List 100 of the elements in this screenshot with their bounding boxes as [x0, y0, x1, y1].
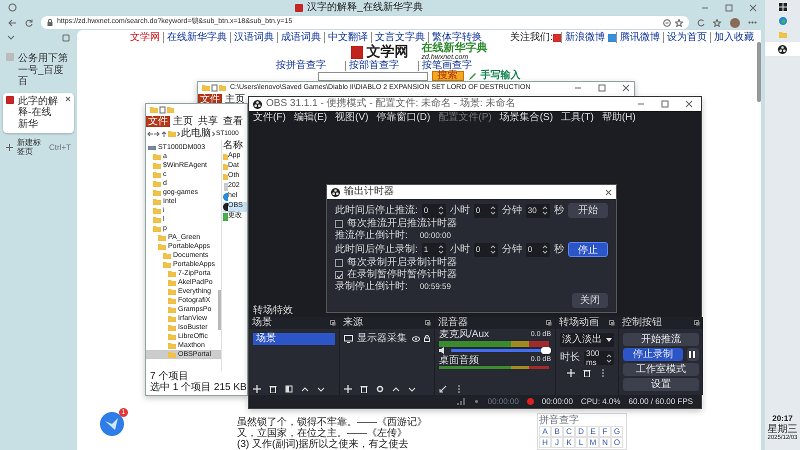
follow-link[interactable]: 腾讯微博 — [616, 32, 663, 44]
top-link[interactable]: 在线新华字典 — [163, 32, 230, 44]
browser-tab[interactable]: 公务用下第一号_百度百 — [3, 50, 74, 90]
pause-button[interactable] — [687, 348, 699, 361]
maximize-icon[interactable] — [598, 84, 606, 92]
ribbon-tab[interactable]: 共享 — [196, 116, 220, 127]
ribbon-tab[interactable]: 主页 — [171, 116, 195, 127]
up-icon[interactable] — [161, 130, 167, 136]
menu-item[interactable]: 帮助(H) — [602, 112, 636, 124]
collapse-chevron-icon[interactable] — [7, 35, 15, 41]
follow-link[interactable]: 加入收藏 — [710, 32, 757, 44]
pinyin-letter[interactable]: G — [611, 426, 623, 437]
breadcrumb-item[interactable]: 此电脑 — [181, 128, 211, 140]
float-icon[interactable] — [425, 320, 431, 326]
menu-item[interactable]: 场景集合(S) — [500, 112, 554, 124]
volume-slider[interactable] — [451, 349, 551, 352]
follow-link[interactable]: 设为首页 — [663, 32, 710, 44]
pinyin-letter[interactable]: O — [611, 437, 623, 448]
start-button[interactable]: 开始 — [568, 203, 608, 218]
pinyin-letter[interactable]: L — [575, 437, 587, 448]
top-link[interactable]: 成语词典 — [277, 32, 324, 44]
column-header[interactable]: 名称 — [223, 140, 247, 152]
spinner-arrows-icon[interactable] — [490, 245, 496, 254]
tab-actions-icon[interactable] — [62, 34, 70, 42]
number-field[interactable]: 30 — [526, 204, 550, 218]
lookup-link[interactable]: 按拼音查字 — [273, 61, 329, 71]
ribbon-tab[interactable]: 查看 — [221, 116, 245, 127]
filter-icon[interactable] — [285, 384, 293, 392]
workspace-icon[interactable] — [8, 3, 17, 12]
pinyin-letter[interactable]: F — [599, 426, 611, 437]
favorites-icon[interactable] — [713, 18, 722, 26]
maximize-icon[interactable] — [725, 4, 733, 12]
search-button[interactable]: 搜索 — [432, 71, 464, 81]
close-icon[interactable] — [65, 96, 71, 102]
menu-item[interactable]: 工具(T) — [561, 112, 594, 124]
close-icon[interactable] — [685, 100, 693, 108]
ribbon-tab[interactable]: 主页 — [223, 94, 247, 105]
obs-logo-icon[interactable] — [778, 44, 787, 54]
browser-tab[interactable]: 此字的解释-在线新华 — [3, 92, 74, 133]
float-icon[interactable] — [694, 320, 700, 326]
gear-icon[interactable] — [376, 384, 384, 392]
back-icon[interactable] — [8, 18, 17, 26]
pinyin-letter[interactable]: D — [575, 426, 587, 437]
number-field[interactable]: 1 — [422, 242, 446, 256]
add-icon[interactable] — [567, 369, 575, 377]
handwriting-link[interactable]: 手写输入 — [480, 71, 520, 81]
checkbox[interactable] — [335, 271, 343, 279]
checkbox[interactable] — [335, 220, 343, 228]
top-link[interactable]: 汉语词典 — [230, 32, 277, 44]
more-icon[interactable] — [748, 21, 757, 24]
add-icon[interactable] — [253, 384, 261, 392]
spinner-arrows-icon[interactable] — [606, 354, 612, 362]
trash-icon[interactable] — [269, 384, 277, 392]
trash-icon[interactable] — [360, 384, 368, 392]
float-icon[interactable] — [330, 320, 336, 326]
top-link[interactable]: 文言文字典 — [371, 32, 428, 44]
pinyin-letter[interactable]: M — [587, 437, 599, 448]
maximize-icon[interactable] — [661, 100, 669, 108]
close-icon[interactable] — [622, 84, 630, 92]
top-link[interactable]: 文学网 — [127, 32, 163, 44]
spinner-arrows-icon[interactable] — [490, 206, 496, 215]
scrollbar[interactable] — [757, 42, 761, 102]
number-field[interactable]: 0 — [526, 242, 550, 256]
number-field[interactable]: 0 — [474, 204, 498, 218]
close-icon[interactable] — [749, 4, 757, 12]
ribbon-tab[interactable]: 文件 — [146, 116, 170, 127]
pinyin-letter[interactable]: B — [551, 426, 563, 437]
spinner-arrows-icon[interactable] — [438, 245, 444, 254]
checkbox[interactable] — [335, 259, 343, 267]
slider-thumb[interactable] — [541, 347, 551, 354]
transition-select[interactable]: 淡入淡出 — [560, 333, 614, 347]
control-button[interactable]: 工作室模式 — [623, 363, 699, 376]
control-button[interactable]: 开始推流 — [623, 333, 699, 346]
menu-item[interactable]: 编辑(E) — [294, 112, 328, 124]
stop-button[interactable]: 停止 — [568, 242, 608, 257]
search-field[interactable] — [318, 72, 428, 80]
lookup-link[interactable]: 按部首查字 — [345, 61, 402, 71]
top-link[interactable]: 中文翻译 — [324, 32, 371, 44]
pinyin-letter[interactable]: C — [563, 426, 575, 437]
spinner-arrows-icon[interactable] — [542, 245, 548, 254]
avatar-icon[interactable] — [730, 18, 740, 28]
close-icon[interactable] — [605, 188, 612, 196]
pinyin-letter[interactable]: E — [587, 426, 599, 437]
pinyin-letter[interactable]: J — [551, 437, 563, 448]
zoom-out-icon[interactable] — [663, 18, 671, 26]
source-item[interactable]: 显示器采集 — [357, 333, 408, 344]
control-button[interactable]: 设置 — [623, 378, 699, 391]
close-button[interactable]: 关闭 — [572, 293, 608, 308]
floating-app-button[interactable] — [100, 412, 124, 436]
scene-item[interactable]: 场景 — [253, 333, 335, 344]
browser-icon[interactable] — [778, 17, 786, 25]
duration-field[interactable]: 300 ms — [584, 351, 614, 365]
float-icon[interactable] — [546, 320, 552, 326]
trash-icon[interactable] — [583, 369, 591, 377]
reload-icon[interactable] — [25, 18, 33, 26]
eye-icon[interactable] — [412, 336, 420, 342]
control-button[interactable]: 停止录制 — [623, 348, 683, 361]
menu-item[interactable]: 停靠窗口(D) — [376, 112, 430, 124]
pinyin-letter[interactable]: A — [539, 426, 551, 437]
float-icon[interactable] — [609, 320, 615, 326]
